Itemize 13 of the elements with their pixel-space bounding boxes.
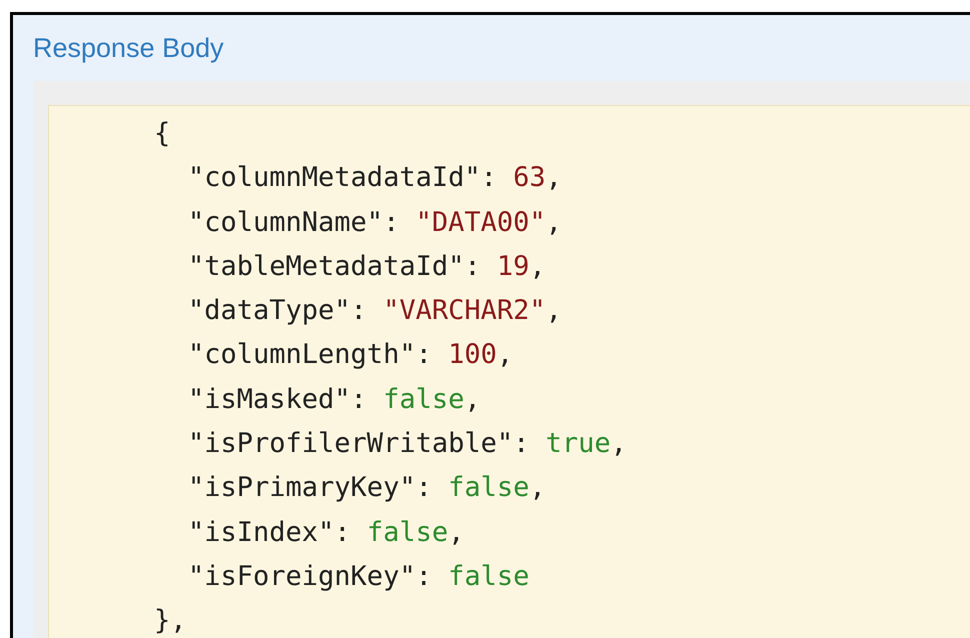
code-line: "isProfilerWritable": true, bbox=[187, 427, 628, 462]
code-line: "dataType": "VARCHAR2", bbox=[187, 294, 563, 328]
code-line: "columnName": "DATA00", bbox=[187, 206, 563, 240]
code-line: "isMasked": false, bbox=[187, 382, 482, 417]
code-line: }, bbox=[154, 604, 188, 638]
code-line: { bbox=[154, 117, 172, 151]
code-line: "isIndex": false, bbox=[187, 516, 466, 550]
panel-title: Response Body bbox=[32, 32, 225, 65]
code-line: "isPrimaryKey": false, bbox=[187, 471, 547, 506]
code-line: "isForeignKey": false bbox=[187, 560, 530, 594]
code-line: "tableMetadataId": 19, bbox=[187, 250, 547, 284]
code-line: "columnMetadataId": 63, bbox=[187, 161, 563, 196]
code-line: "columnLength": 100, bbox=[187, 338, 514, 372]
